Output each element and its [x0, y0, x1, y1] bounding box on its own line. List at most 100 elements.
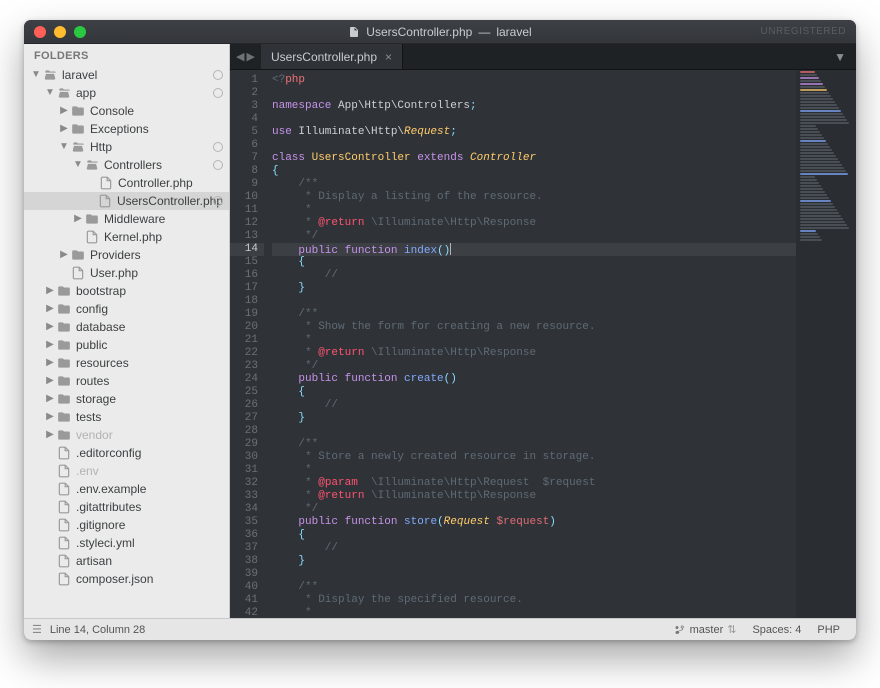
file-icon	[98, 175, 114, 191]
tree-row[interactable]: ▶Providers	[24, 246, 229, 264]
tab-nav-arrows[interactable]: ◀ ▶	[230, 44, 261, 69]
chevron-down-icon[interactable]: ▼	[30, 66, 42, 84]
tree-row[interactable]: ▶routes	[24, 372, 229, 390]
app-window: UsersController.php — laravel UNREGISTER…	[24, 20, 856, 640]
maximize-icon[interactable]	[74, 26, 86, 38]
tree-row[interactable]: .styleci.yml	[24, 534, 229, 552]
chevron-right-icon[interactable]: ▶	[44, 336, 56, 354]
file-icon	[348, 26, 360, 38]
tree-label: .env.example	[76, 480, 146, 498]
tree-row[interactable]: ▼Controllers	[24, 156, 229, 174]
tree-row[interactable]: ▶config	[24, 300, 229, 318]
code-viewport[interactable]: 1234567891011121314151617181920212223242…	[230, 70, 856, 618]
titlebar: UsersController.php — laravel UNREGISTER…	[24, 20, 856, 44]
file-icon	[56, 463, 72, 479]
tab-prev-icon[interactable]: ◀	[236, 50, 244, 63]
line-numbers: 1234567891011121314151617181920212223242…	[230, 70, 264, 618]
chevron-down-icon[interactable]: ▼	[44, 84, 56, 102]
tree-row[interactable]: ▶ resources	[24, 354, 229, 372]
tree-label: Exceptions	[90, 120, 149, 138]
chevron-right-icon[interactable]: ▶	[58, 102, 70, 120]
chevron-right-icon[interactable]: ▶	[44, 300, 56, 318]
tree-row[interactable]: ▶storage	[24, 390, 229, 408]
chevron-right-icon[interactable]: ▶	[44, 282, 56, 300]
tree-row[interactable]: composer.json	[24, 570, 229, 588]
file-icon	[70, 265, 86, 281]
tabstrip-menu-icon[interactable]: ▼	[824, 44, 856, 69]
minimize-icon[interactable]	[54, 26, 66, 38]
minimap[interactable]	[796, 70, 856, 618]
title-sep: —	[478, 25, 490, 39]
window-title: UsersController.php — laravel	[24, 25, 856, 39]
folder-icon	[70, 121, 86, 137]
branch-sync-icon[interactable]: ⇅	[727, 623, 736, 636]
cursor-position[interactable]: Line 14, Column 28	[42, 624, 153, 636]
tree-row[interactable]: ▶ public	[24, 336, 229, 354]
folder-icon	[70, 247, 86, 263]
tree-row[interactable]: ▶Middleware	[24, 210, 229, 228]
tree-row[interactable]: ▶tests	[24, 408, 229, 426]
folder-icon	[70, 103, 86, 119]
tab-close-icon[interactable]: ×	[385, 50, 392, 64]
folder-icon	[56, 355, 72, 371]
tree-row[interactable]: ▼app	[24, 84, 229, 102]
status-bar: ☰ Line 14, Column 28 master ⇅ Spaces: 4 …	[24, 618, 856, 640]
tree-row[interactable]: artisan	[24, 552, 229, 570]
tree-row[interactable]: ▶Console	[24, 102, 229, 120]
unregistered-label: UNREGISTERED	[761, 26, 846, 37]
file-icon	[84, 229, 100, 245]
tree-row[interactable]: UsersController.php	[24, 192, 229, 210]
tab-userscontroller[interactable]: UsersController.php ×	[261, 44, 403, 69]
folder-icon	[84, 157, 100, 173]
chevron-right-icon[interactable]: ▶	[58, 246, 70, 264]
tree-row[interactable]: ▶ database	[24, 318, 229, 336]
tree-row[interactable]: ▶ Exceptions	[24, 120, 229, 138]
file-tree[interactable]: ▼laravel▼app▶Console▶Exceptions▼Http▼Con…	[24, 66, 229, 618]
chevron-right-icon[interactable]: ▶	[44, 408, 56, 426]
tabstrip: ◀ ▶ UsersController.php × ▼	[230, 44, 856, 70]
branch-name: master	[690, 624, 724, 636]
tree-row[interactable]: .env.example	[24, 480, 229, 498]
tree-row[interactable]: .editorconfig	[24, 444, 229, 462]
syntax-mode[interactable]: PHP	[809, 624, 848, 636]
chevron-right-icon[interactable]: ▶	[58, 120, 70, 138]
tree-label: database	[76, 318, 125, 336]
folder-icon	[84, 211, 100, 227]
tree-row[interactable]: Kernel.php	[24, 228, 229, 246]
chevron-right-icon[interactable]: ▶	[44, 390, 56, 408]
vcs-status-icon	[213, 142, 223, 152]
tree-row[interactable]: ▼Http	[24, 138, 229, 156]
tree-row[interactable]: .gitattributes	[24, 498, 229, 516]
chevron-right-icon[interactable]: ▶	[44, 354, 56, 372]
tab-next-icon[interactable]: ▶	[246, 50, 254, 63]
menu-icon[interactable]: ☰	[32, 623, 42, 636]
tree-label: resources	[76, 354, 129, 372]
tree-row[interactable]: ▶bootstrap	[24, 282, 229, 300]
file-icon	[56, 571, 72, 587]
tree-label: public	[76, 336, 107, 354]
close-icon[interactable]	[34, 26, 46, 38]
vcs-status-icon	[213, 88, 223, 98]
chevron-down-icon[interactable]: ▼	[72, 156, 84, 174]
chevron-right-icon[interactable]: ▶	[44, 318, 56, 336]
tree-label: Kernel.php	[104, 228, 162, 246]
folder-icon	[56, 427, 72, 443]
indentation[interactable]: Spaces: 4	[744, 624, 809, 636]
tree-label: .styleci.yml	[76, 534, 135, 552]
tree-row[interactable]: Controller.php	[24, 174, 229, 192]
chevron-right-icon[interactable]: ▶	[72, 210, 84, 228]
chevron-right-icon[interactable]: ▶	[44, 426, 56, 444]
git-branch[interactable]: master ⇅	[666, 623, 745, 636]
folder-icon	[56, 85, 72, 101]
code-content[interactable]: <?phpnamespace App\Http\Controllers;use …	[264, 70, 796, 618]
tree-row[interactable]: User.php	[24, 264, 229, 282]
tree-row[interactable]: ▶vendor	[24, 426, 229, 444]
file-icon	[56, 517, 72, 533]
tree-row[interactable]: .gitignore	[24, 516, 229, 534]
chevron-right-icon[interactable]: ▶	[44, 372, 56, 390]
tree-row[interactable]: ▼laravel	[24, 66, 229, 84]
chevron-down-icon[interactable]: ▼	[58, 138, 70, 156]
folder-icon	[56, 301, 72, 317]
tree-row[interactable]: .env	[24, 462, 229, 480]
folder-icon	[56, 373, 72, 389]
